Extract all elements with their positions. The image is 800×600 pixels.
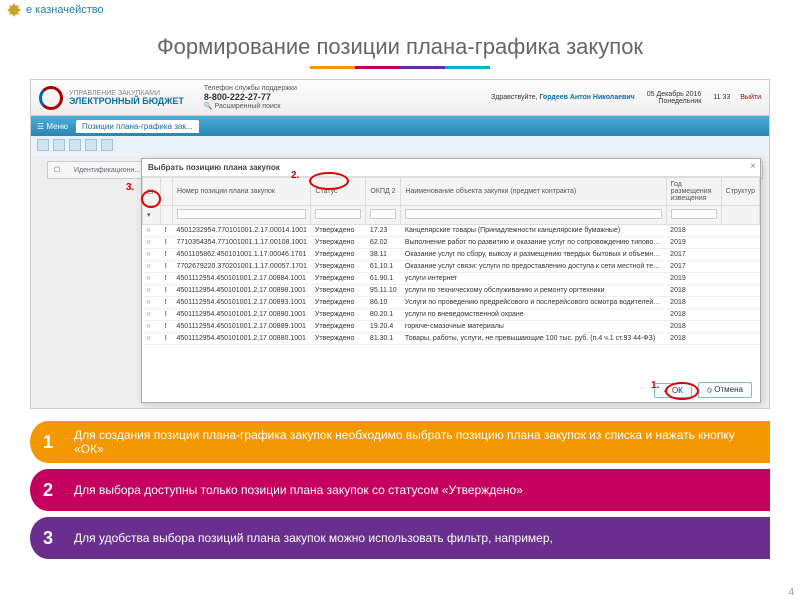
positions-table: ☐ Номер позиции плана закупок Статус ОКП… (142, 177, 760, 345)
table-row[interactable]: ○!4501232954.770101001.2.17.00014.1001Ут… (143, 224, 760, 236)
table-row[interactable]: ○!4501105862.450101001.1.17.00046.1701Ут… (143, 248, 760, 260)
phone-label: Телефон службы поддержки (204, 85, 297, 92)
menubar: ☰ Меню Позиции плана-графика зак... (31, 116, 769, 136)
active-tab[interactable]: Позиции плана-графика зак... (76, 120, 198, 133)
step-3: 3 Для удобства выбора позиций плана заку… (30, 517, 770, 559)
steps: 1 Для создания позиции плана-графика зак… (30, 421, 770, 559)
table-row[interactable]: ○!4501112954.450101001.2.17.00890.1001Ут… (143, 308, 760, 320)
step-text: Для создания позиции плана-графика закуп… (48, 421, 770, 463)
select-position-dialog: Выбрать позицию плана закупок × ☐ Номер … (141, 158, 761, 403)
user-name: Гордеев Антон Николаевич (539, 94, 634, 101)
tool-icon[interactable] (69, 139, 81, 151)
step-1: 1 Для создания позиции плана-графика зак… (30, 421, 770, 463)
col-year[interactable]: Год размещения извещения (666, 178, 721, 206)
phone-number: 8-800-222-27-77 (204, 92, 271, 102)
bg-column: Идентификационн... (74, 167, 140, 174)
step-badge: 3 (30, 517, 66, 559)
tool-icon[interactable] (53, 139, 65, 151)
annotation-circle (141, 190, 161, 208)
table-row[interactable]: ○!4501112954.450101001.2.17.00898.1001Ут… (143, 284, 760, 296)
col-number[interactable]: Номер позиции плана закупок (173, 178, 311, 206)
step-text: Для удобства выбора позиций плана закупо… (48, 517, 770, 559)
greeting: Здравствуйте, (491, 94, 537, 101)
eagle-logo (6, 2, 22, 18)
brand-text: е казначейство (26, 4, 104, 16)
tool-icon[interactable] (85, 139, 97, 151)
step-text: Для выбора доступны только позиции плана… (48, 469, 770, 511)
filter-input[interactable] (177, 209, 306, 219)
table-row[interactable]: ○!7702679220.370201001.1.17.00057.1701Ут… (143, 260, 760, 272)
date: 05 Декабрь 2016 (647, 91, 702, 98)
col-name[interactable]: Наименование объекта закупки (предмет ко… (401, 178, 666, 206)
weekday: Понедельник (647, 98, 702, 105)
app-screenshot: УПРАВЛЕНИЕ ЗАКУПКАМИ ЭЛЕКТРОННЫЙ БЮДЖЕТ … (30, 79, 770, 409)
annotation-3: 3. (126, 182, 134, 193)
filter-input[interactable] (370, 209, 396, 219)
dialog-title: Выбрать позицию плана закупок (142, 159, 760, 177)
table-row[interactable]: ○!4501112954.450101001.2.17.00880.1001Ут… (143, 332, 760, 344)
app-title: ЭЛЕКТРОННЫЙ БЮДЖЕТ (69, 97, 184, 106)
cancel-button[interactable]: ⦸ Отмена (698, 382, 752, 398)
col-struct[interactable]: Структур (721, 178, 759, 206)
tool-icon[interactable] (37, 139, 49, 151)
table-row[interactable]: ○!4501112954.450101001.2.17.00893.1001Ут… (143, 296, 760, 308)
search-icon[interactable]: 🔍 (204, 103, 213, 110)
annotation-circle (665, 382, 699, 400)
table-row[interactable]: ○!4501112954.450101001.2.17.00889.1001Ут… (143, 320, 760, 332)
topbar: е казначейство (0, 0, 800, 20)
annotation-2: 2. (291, 170, 299, 181)
page-number: 4 (788, 587, 794, 598)
table-row[interactable]: ○!4501112954.450101001.2.17.00884.1001Ут… (143, 272, 760, 284)
col-okpd[interactable]: ОКПД 2 (366, 178, 401, 206)
table-row[interactable]: ○!7710354354.771001001.1.17.00108.1001Ут… (143, 236, 760, 248)
filter-input[interactable] (405, 209, 661, 219)
filter-input[interactable] (315, 209, 361, 219)
step-badge: 2 (30, 469, 66, 511)
app-header: УПРАВЛЕНИЕ ЗАКУПКАМИ ЭЛЕКТРОННЫЙ БЮДЖЕТ … (31, 80, 769, 116)
advanced-search-link[interactable]: Расширенный поиск (215, 103, 281, 110)
step-2: 2 Для выбора доступны только позиции пла… (30, 469, 770, 511)
exit-link[interactable]: Выйти (740, 94, 761, 101)
slide-title: Формирование позиции плана-графика закуп… (0, 34, 800, 60)
annotation-1: 1. (651, 380, 659, 391)
app-logo-icon (39, 86, 63, 110)
annotation-circle (309, 172, 349, 190)
tool-icon[interactable] (101, 139, 113, 151)
menu-button[interactable]: ☰ Меню (37, 122, 68, 131)
toolbar (31, 136, 769, 154)
step-badge: 1 (30, 421, 66, 463)
accent-bar (310, 66, 490, 69)
close-icon[interactable]: × (750, 161, 756, 172)
time: 11 33 (713, 94, 730, 101)
filter-input[interactable] (671, 209, 717, 219)
